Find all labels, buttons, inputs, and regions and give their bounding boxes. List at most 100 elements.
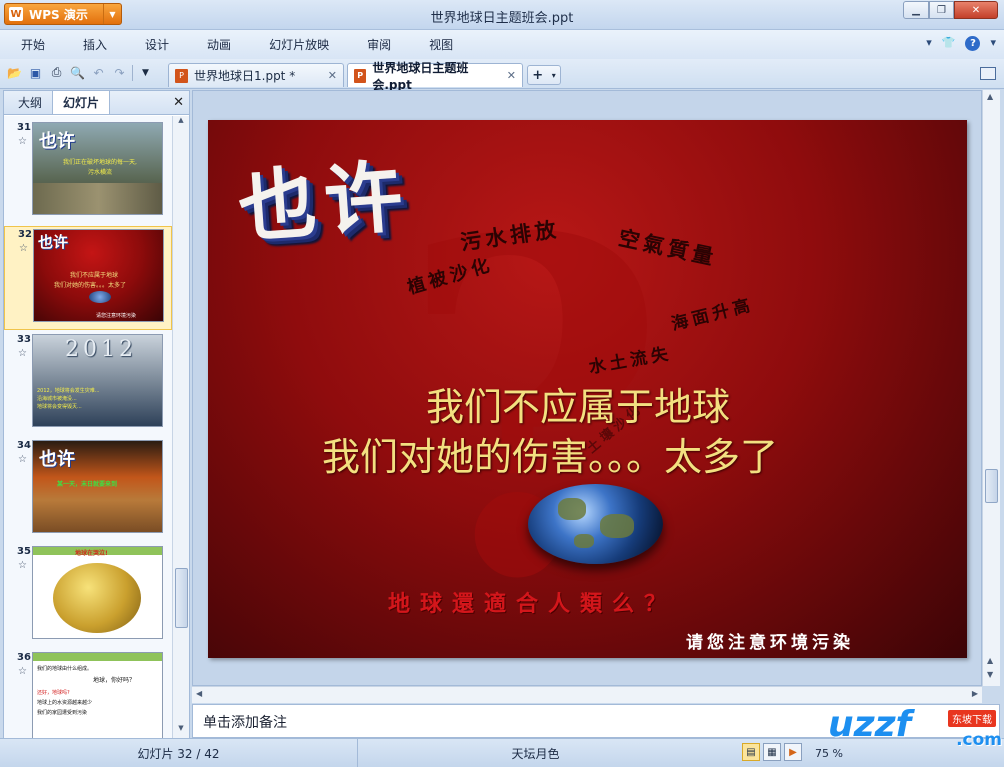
slide-counter: 幻灯片 32 / 42 bbox=[0, 739, 358, 767]
toolbar-divider bbox=[132, 64, 133, 81]
quick-access-toolbar: 📂 ▣ ⎙ 🔍 ↶ ↷ ▼ P 世界地球日1.ppt * ✕ P 世界地球日主题… bbox=[0, 59, 1004, 92]
open-folder-icon[interactable]: 📂 bbox=[6, 64, 23, 81]
print-icon[interactable]: ⎙ bbox=[48, 64, 65, 81]
scroll-up-icon[interactable]: ▲ bbox=[173, 116, 189, 130]
slide-canvas: ? 也许 污水排放 空氣質量 植被沙化 海面升高 水土流失 土壤沙化 我们不应属… bbox=[192, 90, 982, 686]
slide-number: 36 bbox=[17, 652, 31, 663]
slide-number: 33 bbox=[17, 334, 31, 345]
watermark-badge: 东坡下载 bbox=[948, 710, 996, 727]
thumbnail-row[interactable]: 33 ☆ 2012 2012，地球将会发生灾难... 沿海城市被淹没... 地球… bbox=[4, 332, 172, 436]
normal-view-icon[interactable]: ▤ bbox=[742, 743, 760, 761]
slide-question: 地球還適合人類么？ bbox=[388, 592, 677, 617]
watermark-logo: uzzf bbox=[828, 704, 912, 745]
menu-review[interactable]: 审阅 bbox=[346, 36, 408, 53]
tab-close-icon[interactable]: ✕ bbox=[507, 69, 516, 82]
thumb-line: 地球，你好吗？ bbox=[93, 677, 136, 684]
thumb-title: 也许 bbox=[38, 233, 69, 251]
slide-signature: 请您注意环境污染 bbox=[686, 633, 854, 653]
undo-icon[interactable]: ↶ bbox=[90, 64, 107, 81]
menu-home[interactable]: 开始 bbox=[0, 36, 62, 53]
customize-dropdown-icon[interactable]: ▼ bbox=[137, 64, 154, 81]
previous-slide-icon[interactable]: ▲ bbox=[987, 656, 993, 665]
scroll-down-icon[interactable]: ▼ bbox=[173, 724, 189, 738]
site-watermark: uzzf 东坡下载 .com bbox=[828, 704, 1004, 767]
thumb-line: 我们的家园遭受到污染 bbox=[37, 710, 88, 716]
window-layout-icon[interactable] bbox=[980, 67, 996, 80]
scrollbar-thumb[interactable] bbox=[175, 568, 188, 628]
save-icon[interactable]: ▣ bbox=[27, 64, 44, 81]
slide-scrollbar[interactable]: ▲ ▲ ▼ bbox=[982, 90, 1000, 686]
tab-slides[interactable]: 幻灯片 bbox=[52, 90, 111, 114]
thumbnail-row-selected[interactable]: 32 ☆ 也许 我们不应属于地球 我们对她的伤害。。。太多了 请您注意环境污染 bbox=[4, 226, 172, 330]
plus-icon: + bbox=[532, 67, 544, 83]
close-icon[interactable]: ✕ bbox=[173, 95, 184, 110]
tab-close-icon[interactable]: ✕ bbox=[328, 69, 337, 82]
animation-star-icon: ☆ bbox=[18, 454, 27, 465]
doc-tab-label: 世界地球日1.ppt * bbox=[194, 69, 296, 83]
doc-tab-2[interactable]: P 世界地球日主题班会.ppt ✕ bbox=[347, 61, 523, 92]
animation-star-icon: ☆ bbox=[18, 136, 27, 147]
thumbnail-row[interactable]: 31 ☆ 也许 我们正在破坏地球的每一天, 污水横流 bbox=[4, 120, 172, 224]
thumb-line: 还好，地球吗? bbox=[37, 690, 70, 696]
scroll-up-icon[interactable]: ▲ bbox=[987, 92, 993, 101]
scroll-right-icon[interactable]: ▶ bbox=[972, 689, 978, 698]
slide-sorter-icon[interactable]: ▦ bbox=[763, 743, 781, 761]
current-slide[interactable]: ? 也许 污水排放 空氣質量 植被沙化 海面升高 水土流失 土壤沙化 我们不应属… bbox=[208, 120, 967, 658]
animation-star-icon: ☆ bbox=[18, 560, 27, 571]
redo-icon[interactable]: ↷ bbox=[111, 64, 128, 81]
help-icon[interactable]: ? bbox=[965, 36, 981, 51]
new-tab-button[interactable]: + ▾ bbox=[527, 65, 561, 85]
print-preview-icon[interactable]: 🔍 bbox=[69, 64, 86, 81]
thumbnail-scrollbar[interactable]: ▲ ▼ bbox=[172, 116, 189, 738]
panel-tabs: 大纲 幻灯片 bbox=[4, 90, 189, 115]
help-dropdown-icon[interactable]: ▾ bbox=[990, 36, 996, 51]
minimize-button[interactable]: ▁ bbox=[903, 1, 929, 19]
close-button[interactable]: ✕ bbox=[954, 1, 998, 19]
thumb-header-bar bbox=[33, 653, 162, 661]
next-slide-icon[interactable]: ▼ bbox=[987, 670, 993, 679]
scrollbar-thumb[interactable] bbox=[985, 469, 998, 503]
thumb-line: 我们对她的伤害。。。太多了 bbox=[54, 282, 127, 289]
title-bar: W WPS 演示 ▼ 世界地球日主题班会.ppt ▁ ❐ ✕ bbox=[0, 0, 1004, 30]
crying-earth-image bbox=[53, 563, 141, 633]
maximize-button[interactable]: ❐ bbox=[929, 1, 954, 19]
tab-outline[interactable]: 大纲 bbox=[8, 91, 52, 114]
polluted-river-image bbox=[33, 183, 162, 214]
slideshow-icon[interactable]: ▶ bbox=[784, 743, 802, 761]
globe-land bbox=[600, 514, 634, 538]
thumb-title: 也许 bbox=[39, 449, 75, 470]
doc-tab-label: 世界地球日主题班会.ppt bbox=[372, 60, 469, 92]
horizontal-scrollbar[interactable]: ◀ ▶ bbox=[192, 686, 982, 703]
skin-icon[interactable]: 👕 bbox=[942, 36, 956, 51]
menu-design[interactable]: 设计 bbox=[124, 36, 186, 53]
thumb-line: 我们正在破坏地球的每一天, bbox=[63, 159, 137, 166]
slide-thumbnail[interactable]: 也许 我们不应属于地球 我们对她的伤害。。。太多了 请您注意环境污染 bbox=[33, 229, 164, 322]
scroll-left-icon[interactable]: ◀ bbox=[196, 689, 202, 698]
thumb-line: 某一天，末日就要来到 bbox=[57, 481, 118, 488]
thumb-line: 污水横流 bbox=[88, 169, 113, 176]
animation-star-icon: ☆ bbox=[19, 243, 28, 254]
menu-insert[interactable]: 插入 bbox=[62, 36, 124, 53]
theme-name: 天坛月色 bbox=[511, 747, 560, 761]
slide-number: 32 bbox=[18, 229, 32, 240]
doc-tab-1[interactable]: P 世界地球日1.ppt * ✕ bbox=[168, 63, 344, 87]
slide-line-1: 我们不应属于地球 bbox=[426, 385, 731, 429]
slide-number: 31 bbox=[17, 122, 31, 133]
slide-thumbnail[interactable]: 我们的地球由什么组成。 地球，你好吗？ 还好，地球吗? 地球上的水资源越来越少 … bbox=[32, 652, 163, 738]
slide-thumbnail-list: 31 ☆ 也许 我们正在破坏地球的每一天, 污水横流 32 ☆ 也许 我们不应属… bbox=[4, 116, 172, 738]
thumb-footer: 请您注意环境污染 bbox=[96, 313, 137, 319]
slide-thumbnail[interactable]: 2012 2012，地球将会发生灾难... 沿海城市被淹没... 地球将会变得毁… bbox=[32, 334, 163, 427]
slide-thumbnail[interactable]: 也许 我们正在破坏地球的每一天, 污水横流 bbox=[32, 122, 163, 215]
menu-slideshow[interactable]: 幻灯片放映 bbox=[248, 36, 346, 53]
thumb-line: 我们的地球由什么组成。 bbox=[37, 666, 93, 672]
menu-animation[interactable]: 动画 bbox=[186, 36, 248, 53]
menu-view[interactable]: 视图 bbox=[408, 36, 470, 53]
editing-area: ? 也许 污水排放 空氣質量 植被沙化 海面升高 水土流失 土壤沙化 我们不应属… bbox=[192, 90, 1002, 738]
slide-thumbnail[interactable]: 也许 某一天，末日就要来到 bbox=[32, 440, 163, 533]
thumbnail-row[interactable]: 34 ☆ 也许 某一天，末日就要来到 bbox=[4, 438, 172, 542]
thumbnail-row[interactable]: 36 ☆ 我们的地球由什么组成。 地球，你好吗？ 还好，地球吗? 地球上的水资源… bbox=[4, 650, 172, 738]
quick-access-icons: 📂 ▣ ⎙ 🔍 ↶ ↷ ▼ bbox=[6, 64, 154, 81]
collapse-ribbon-icon[interactable]: ▾ bbox=[926, 36, 932, 51]
slide-thumbnail[interactable]: 地球在哭泣! bbox=[32, 546, 163, 639]
thumbnail-row[interactable]: 35 ☆ 地球在哭泣! bbox=[4, 544, 172, 648]
